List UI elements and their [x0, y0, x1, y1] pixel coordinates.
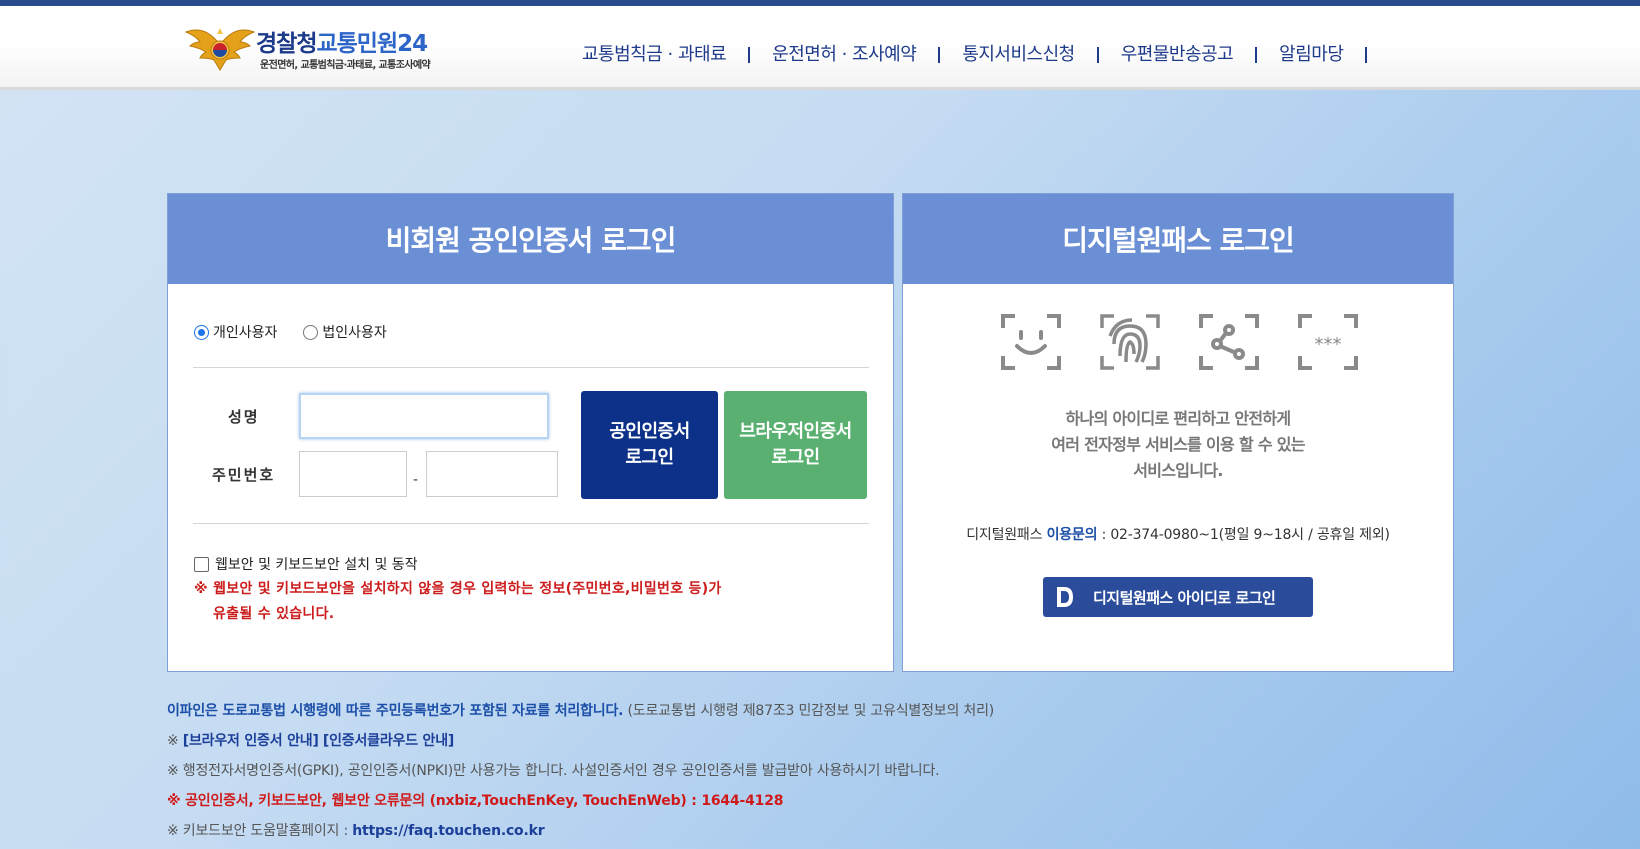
face-recognition-icon — [1001, 314, 1061, 370]
onepass-login-button[interactable]: 디지털원패스 아이디로 로그인 — [1043, 577, 1313, 617]
radio-individual-label[interactable]: 개인사용자 — [213, 322, 277, 342]
pattern-icon — [1199, 314, 1259, 370]
security-warning: ※ 웹보안 및 키보드보안을 설치하지 않을 경우 입력하는 정보(주민번호,비… — [194, 577, 854, 627]
fingerprint-icon — [1100, 314, 1160, 370]
police-emblem-icon — [184, 28, 256, 71]
radio-corporate-label[interactable]: 법인사용자 — [322, 322, 386, 342]
desc-line-3: 서비스입니다. — [1133, 461, 1223, 480]
rrn-first-input[interactable] — [299, 451, 407, 497]
nav-item-announcements[interactable]: 알림마당 — [1257, 46, 1368, 64]
notice-cert-guides: ※ [브라우저 인증서 안내] [인증서클라우드 안내] — [167, 733, 455, 749]
notice-error-contact: ※ 공인인증서, 키보드보안, 웹보안 오류문의 (nxbiz,TouchEnK… — [167, 793, 784, 809]
divider — [193, 367, 869, 368]
desc-line-2: 여러 전자정부 서비스를 이용 할 수 있는 — [1051, 435, 1305, 454]
notice-rrn-processing: 이파인은 도로교통법 시행령에 따른 주민등록번호가 포함된 자료를 처리합니다… — [167, 703, 995, 719]
divider — [193, 523, 869, 524]
warning-line-2: 유출될 수 있습니다. — [213, 606, 335, 622]
browser-cert-login-button[interactable]: 브라우저인증서 로그인 — [724, 391, 867, 499]
main-nav: 교통범칙금 · 과태료 운전면허 · 조사예약 통지서비스신청 우편물반송공고 … — [560, 40, 1368, 70]
warning-line-1: ※ 웹보안 및 키보드보안을 설치하지 않을 경우 입력하는 정보(주민번호,비… — [194, 581, 722, 597]
inquiry-label: 이용문의 — [1046, 527, 1098, 543]
rrn-second-input[interactable] — [426, 451, 558, 497]
inquiry-prefix: 디지털원패스 — [966, 527, 1043, 543]
nav-item-fines[interactable]: 교통범칙금 · 과태료 — [560, 46, 751, 64]
security-checkbox[interactable] — [194, 556, 209, 572]
cert-login-title: 비회원 공인인증서 로그인 — [168, 194, 893, 284]
nav-item-license[interactable]: 운전면허 · 조사예약 — [750, 46, 941, 64]
notice-keyboard-help: ※ 키보드보안 도움말홈페이지 : https://faq.touchen.co… — [167, 823, 545, 839]
radio-individual[interactable] — [194, 324, 209, 340]
nav-item-notice-service[interactable]: 통지서비스신청 — [940, 46, 1099, 64]
onepass-d-icon — [1057, 587, 1073, 607]
radio-corporate[interactable] — [303, 324, 319, 340]
public-cert-login-button[interactable]: 공인인증서 로그인 — [581, 391, 718, 499]
site-header: 경찰청교통민원24 운전면허, 교통범칙금·과태료, 교통조사예약 교통범칙금 … — [0, 6, 1640, 90]
inquiry-phone: : 02-374-0980~1(평일 9~18시 / 공휴일 제외) — [1101, 527, 1390, 543]
security-checkbox-label[interactable]: 웹보안 및 키보드보안 설치 및 동작 — [215, 554, 418, 574]
notice-allowed-certs: ※ 행정전자서명인증서(GPKI), 공인인증서(NPKI)만 사용가능 합니다… — [167, 763, 940, 779]
user-type-radio-group: 개인사용자 법인사용자 — [194, 322, 413, 342]
onepass-inquiry: 디지털원패스 이용문의 : 02-374-0980~1(평일 9~18시 / 공… — [903, 524, 1453, 544]
notice-list: 이파인은 도로교통법 시행령에 따른 주민등록번호가 포함된 자료를 처리합니다… — [167, 700, 1467, 849]
name-input[interactable] — [299, 393, 549, 439]
browser-cert-guide-link[interactable]: [브라우저 인증서 안내] — [183, 733, 319, 749]
onepass-description: 하나의 아이디로 편리하고 안전하게 여러 전자정부 서비스를 이용 할 수 있… — [903, 406, 1453, 484]
cert-login-panel: 비회원 공인인증서 로그인 개인사용자 법인사용자 성명 주민번호 - 공인인증… — [167, 193, 894, 672]
rrn-label: 주민번호 — [212, 466, 276, 484]
auth-method-icons: *** — [1001, 314, 1397, 370]
logo-subtitle: 운전면허, 교통범칙금·과태료, 교통조사예약 — [260, 60, 431, 71]
svg-text:***: *** — [1315, 334, 1342, 355]
name-label: 성명 — [228, 408, 260, 426]
logo-title: 경찰청교통민원24 — [256, 31, 428, 57]
onepass-login-title: 디지털원패스 로그인 — [903, 194, 1453, 284]
rrn-separator: - — [413, 472, 419, 488]
cert-cloud-guide-link[interactable]: [인증서클라우드 안내] — [323, 733, 454, 749]
site-logo[interactable]: 경찰청교통민원24 운전면허, 교통범칙금·과태료, 교통조사예약 — [184, 22, 464, 74]
keyboard-help-link[interactable]: https://faq.touchen.co.kr — [352, 823, 544, 839]
nav-item-mail-return[interactable]: 우편물반송공고 — [1099, 46, 1258, 64]
onepass-login-label: 디지털원패스 아이디로 로그인 — [1093, 588, 1276, 607]
desc-line-1: 하나의 아이디로 편리하고 안전하게 — [1065, 409, 1292, 428]
onepass-login-panel: 디지털원패스 로그인 *** 하나의 아이디로 편리하고 안전하게 여러 전자정… — [902, 193, 1454, 672]
password-icon: *** — [1298, 314, 1358, 370]
security-check-row: 웹보안 및 키보드보안 설치 및 동작 — [194, 554, 418, 574]
